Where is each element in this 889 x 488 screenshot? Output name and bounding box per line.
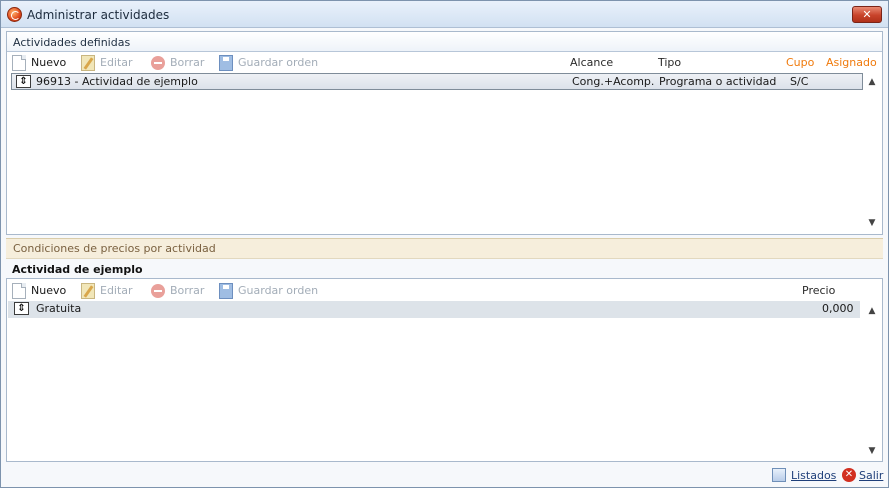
activity-cupo: S/C: [790, 75, 809, 88]
delete-activity-button[interactable]: Borrar: [151, 53, 211, 73]
app-logo-icon: [7, 7, 22, 22]
price-conditions-band: Condiciones de precios por actividad: [6, 238, 883, 259]
edit-activity-button[interactable]: Editar: [81, 53, 141, 73]
drag-sort-icon[interactable]: ⇕: [14, 302, 29, 315]
selected-activity-title: Actividad de ejemplo: [12, 263, 143, 276]
price-conditions-title: Condiciones de precios por actividad: [13, 242, 216, 255]
price-conditions-panel: Nuevo Editar Borrar Guardar orden Precio…: [6, 278, 883, 462]
listados-link[interactable]: Listados: [791, 469, 836, 482]
scroll-up-icon[interactable]: ▲: [866, 305, 878, 317]
drag-sort-icon[interactable]: ⇕: [16, 75, 31, 88]
activity-alcance: Cong.+Acomp.: [572, 75, 655, 88]
condition-name: Gratuita: [36, 302, 82, 315]
save-condition-order-button[interactable]: Guardar orden: [219, 281, 324, 301]
salir-link[interactable]: Salir: [859, 469, 883, 482]
close-button[interactable]: ✕: [852, 6, 882, 23]
activity-name: 96913 - Actividad de ejemplo: [36, 75, 198, 88]
dialog-window: Administrar actividades ✕ Actividades de…: [0, 0, 889, 488]
activities-panel-title: Actividades definidas: [13, 36, 131, 49]
save-disk-icon: [219, 55, 233, 71]
condition-row[interactable]: ⇕ Gratuita 0,000: [8, 301, 860, 318]
delete-condition-button[interactable]: Borrar: [151, 281, 211, 301]
save-order-button[interactable]: Guardar orden: [219, 53, 324, 73]
edit-pencil-icon: [81, 283, 95, 299]
listados-icon: [772, 468, 786, 482]
column-header-cupo[interactable]: Cupo: [786, 53, 814, 73]
title-bar: Administrar actividades ✕: [1, 1, 888, 28]
activity-row[interactable]: ⇕ 96913 - Actividad de ejemplo Cong.+Aco…: [11, 73, 863, 90]
new-document-icon: [12, 55, 26, 71]
column-header-asignado[interactable]: Asignado: [826, 53, 877, 73]
scroll-up-icon[interactable]: ▲: [866, 76, 878, 88]
activities-panel-header: Actividades definidas: [7, 32, 882, 52]
scroll-down-icon[interactable]: ▼: [866, 445, 878, 457]
delete-minus-icon: [151, 284, 165, 298]
delete-minus-icon: [151, 56, 165, 70]
column-header-alcance[interactable]: Alcance: [570, 53, 613, 73]
window-title: Administrar actividades: [27, 8, 170, 22]
activities-toolbar: Nuevo Editar Borrar Guardar orden Alcanc…: [7, 53, 882, 73]
column-header-precio[interactable]: Precio: [802, 281, 835, 301]
activity-tipo: Programa o actividad: [659, 75, 777, 88]
edit-pencil-icon: [81, 55, 95, 71]
column-header-tipo[interactable]: Tipo: [658, 53, 681, 73]
scroll-down-icon[interactable]: ▼: [866, 217, 878, 229]
condition-precio: 0,000: [822, 302, 854, 315]
new-document-icon: [12, 283, 26, 299]
new-activity-button[interactable]: Nuevo: [12, 53, 72, 73]
edit-condition-button[interactable]: Editar: [81, 281, 141, 301]
activities-panel: Actividades definidas Nuevo Editar Borra…: [6, 31, 883, 235]
save-disk-icon: [219, 283, 233, 299]
new-condition-button[interactable]: Nuevo: [12, 281, 72, 301]
exit-icon: ✕: [842, 468, 856, 482]
conditions-toolbar: Nuevo Editar Borrar Guardar orden Precio: [7, 281, 882, 301]
